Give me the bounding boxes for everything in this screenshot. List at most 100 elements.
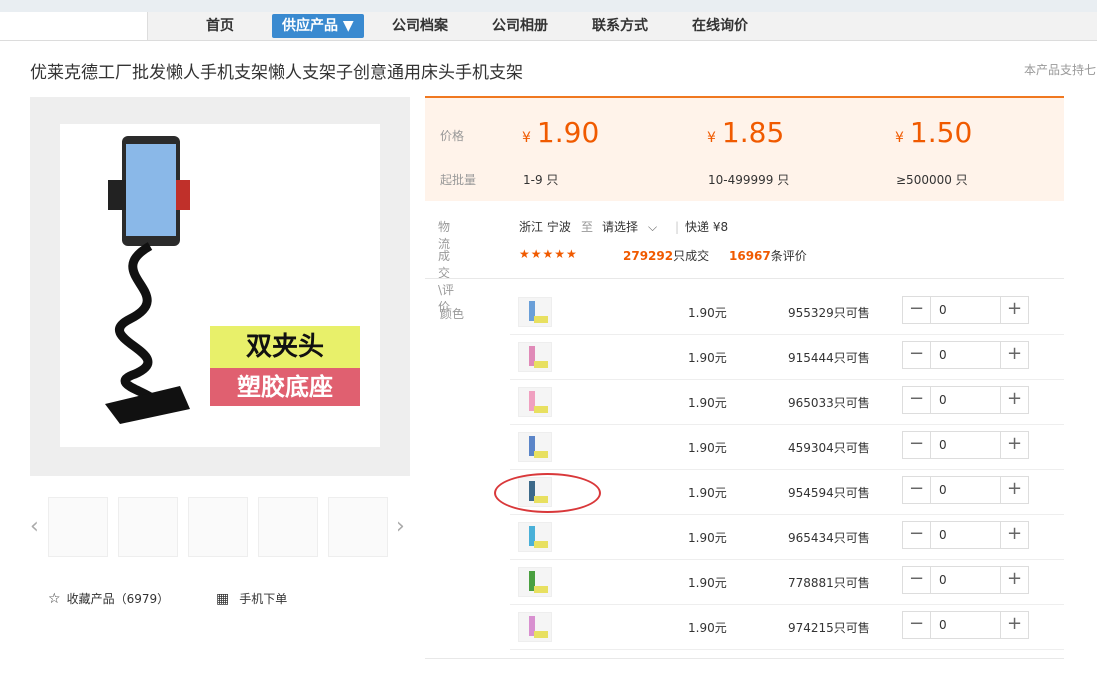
nav-inquiry[interactable]: 在线询价 [682,14,758,38]
nav-home[interactable]: 首页 [196,14,244,38]
decrement-button[interactable]: − [903,432,931,458]
sku-stock: 965434只可售 [788,531,870,545]
quantity-stepper: −0 + [902,431,1029,459]
decrement-button[interactable]: − [903,567,931,593]
decrement-button[interactable]: − [903,522,931,548]
price-panel: 价格 起批量 ¥1.90 ¥1.85 ¥1.50 1-9 只 10-499999… [425,96,1064,201]
decrement-button[interactable]: − [903,387,931,413]
thumbnail[interactable] [118,497,178,557]
tier-qty: 1-9 只 [523,173,559,187]
sku-row: 1.90元 974215只可售 −0 + [510,605,1064,650]
favorite-button[interactable]: ☆ 收藏产品（6979） [48,590,169,607]
sku-stock: 915444只可售 [788,351,870,365]
sku-row: 1.90元 459304只可售 −0 + [510,425,1064,470]
sku-stock: 974215只可售 [788,621,870,635]
thumbnail[interactable] [258,497,318,557]
support-text: 本产品支持七 [1024,63,1097,77]
sku-price: 1.90元 [688,396,727,410]
decrement-button[interactable]: − [903,297,931,323]
quantity-input[interactable]: 0 [931,612,1000,638]
top-nav: 首页 供应产品 ▼ 公司档案 公司相册 联系方式 在线询价 [0,0,1097,41]
tier-price: ¥1.50 [895,116,973,149]
quantity-stepper: −0 + [902,296,1029,324]
decrement-button[interactable]: − [903,612,931,638]
sku-price: 1.90元 [688,621,727,635]
main-product-image[interactable]: 双夹头 塑胶底座 [30,97,410,476]
tier-price: ¥1.85 [707,116,785,149]
thumbnail[interactable] [188,497,248,557]
mobile-order-label: 手机下单 [239,592,288,606]
product-photo: 双夹头 塑胶底座 [60,124,380,447]
increment-button[interactable]: + [1000,342,1028,368]
sku-thumbnail[interactable] [518,522,552,552]
thumb-next-icon[interactable]: › [396,514,405,539]
quantity-input[interactable]: 0 [931,432,1000,458]
quantity-stepper: −0 + [902,521,1029,549]
nav-products[interactable]: 供应产品 ▼ [272,14,364,38]
quantity-input[interactable]: 0 [931,297,1000,323]
sold-count: 279292只成交 [623,249,710,263]
quantity-input[interactable]: 0 [931,342,1000,368]
increment-button[interactable]: + [1000,477,1028,503]
quantity-stepper: −0 + [902,476,1029,504]
thumbnail-strip: ‹ › [30,492,410,562]
sku-row: 1.90元 955329只可售 −0 + [510,290,1064,335]
increment-button[interactable]: + [1000,522,1028,548]
quantity-stepper: −0 + [902,566,1029,594]
sku-price: 1.90元 [688,441,727,455]
quantity-input[interactable]: 0 [931,522,1000,548]
rating-stars: ★★★★★ [519,247,578,261]
star-outline-icon: ☆ [48,591,61,607]
increment-button[interactable]: + [1000,432,1028,458]
tier-qty: ≥500000 只 [896,173,968,187]
nav-company-profile[interactable]: 公司档案 [382,14,458,38]
sku-stock: 954594只可售 [788,486,870,500]
sku-stock: 778881只可售 [788,576,870,590]
thumb-prev-icon[interactable]: ‹ [30,514,39,539]
sku-thumbnail[interactable] [518,432,552,462]
nav-contact[interactable]: 联系方式 [582,14,658,38]
increment-button[interactable]: + [1000,387,1028,413]
sku-price: 1.90元 [688,351,727,365]
thumbnail[interactable] [48,497,108,557]
thumbnail[interactable] [328,497,388,557]
increment-button[interactable]: + [1000,612,1028,638]
sku-row: 1.90元 965033只可售 −0 + [510,380,1064,425]
sku-price: 1.90元 [688,576,727,590]
destination-select[interactable]: 请选择 ⌵ [602,218,657,235]
sku-thumbnail[interactable] [518,387,552,417]
product-title: 优莱克德工厂批发懒人手机支架懒人支架子创意通用床头手机支架 [30,63,523,83]
price-label: 价格 [440,129,465,143]
quantity-input[interactable]: 0 [931,477,1000,503]
increment-button[interactable]: + [1000,297,1028,323]
sku-row: 1.90元 778881只可售 −0 + [510,560,1064,605]
quantity-input[interactable]: 0 [931,567,1000,593]
sku-thumbnail[interactable] [518,612,552,642]
sku-row: 1.90元 915444只可售 −0 + [510,335,1064,380]
quantity-stepper: −0 + [902,386,1029,414]
nav-top-strip [0,0,1097,12]
color-label: 颜色 [440,307,465,321]
sku-stock: 459304只可售 [788,441,870,455]
tier-price: ¥1.90 [522,116,600,149]
logistics-to: 至 [581,220,594,234]
sku-thumbnail[interactable] [518,297,552,327]
annotation-circle [494,473,601,513]
nav-left-strip [0,12,148,40]
sku-thumbnail[interactable] [518,342,552,372]
sku-row: 1.90元 965434只可售 −0 + [510,515,1064,560]
mobile-order-button[interactable]: ▦ 手机下单 [216,590,287,607]
decrement-button[interactable]: − [903,342,931,368]
favorite-label: 收藏产品（6979） [66,592,170,606]
quantity-stepper: −0 + [902,341,1029,369]
quantity-input[interactable]: 0 [931,387,1000,413]
sku-price: 1.90元 [688,306,727,320]
review-count[interactable]: 16967条评价 [729,247,807,264]
sku-price: 1.90元 [688,531,727,545]
increment-button[interactable]: + [1000,567,1028,593]
nav-company-album[interactable]: 公司相册 [482,14,558,38]
express-fee: | 快递 ¥8 [675,220,729,234]
sku-thumbnail[interactable] [518,567,552,597]
sku-price: 1.90元 [688,486,727,500]
decrement-button[interactable]: − [903,477,931,503]
